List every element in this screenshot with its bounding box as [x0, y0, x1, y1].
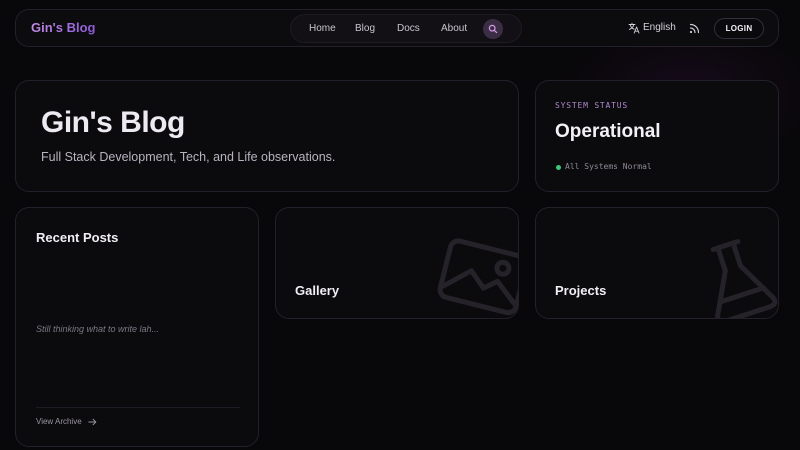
view-archive-label: View Archive: [36, 417, 82, 426]
recent-posts-card: Recent Posts Still thinking what to writ…: [15, 207, 259, 447]
flask-icon: [710, 238, 778, 318]
translate-icon: [628, 22, 640, 34]
rss-icon[interactable]: [689, 23, 700, 34]
status-detail: All Systems Normal: [565, 162, 652, 171]
hero-card: Gin's Blog Full Stack Development, Tech,…: [15, 80, 519, 192]
divider: [36, 407, 240, 408]
arrow-right-icon: [88, 418, 97, 426]
gallery-card[interactable]: Gallery: [275, 207, 519, 319]
image-icon: [437, 238, 518, 316]
projects-card[interactable]: Projects: [535, 207, 779, 319]
gallery-title: Gallery: [295, 283, 340, 298]
projects-title: Projects: [555, 283, 607, 298]
nav-link-about[interactable]: About: [441, 23, 467, 34]
hero-title: Gin's Blog: [41, 106, 185, 139]
recent-posts-empty: Still thinking what to write lah...: [36, 324, 160, 334]
nav-links: Home Blog Docs About: [290, 14, 522, 43]
hero-subtitle: Full Stack Development, Tech, and Life o…: [41, 150, 336, 164]
search-button[interactable]: [483, 19, 503, 39]
nav-link-home[interactable]: Home: [309, 23, 336, 34]
status-label: SYSTEM STATUS: [555, 101, 629, 110]
language-label: English: [643, 22, 676, 33]
nav-link-blog[interactable]: Blog: [355, 23, 375, 34]
nav-link-docs[interactable]: Docs: [397, 23, 420, 34]
login-button[interactable]: LOGIN: [714, 18, 764, 39]
top-navbar: Gin's Blog Home Blog Docs About English …: [15, 9, 779, 47]
recent-posts-title: Recent Posts: [36, 230, 119, 245]
site-logo[interactable]: Gin's Blog: [31, 20, 95, 35]
system-status-card: SYSTEM STATUS Operational All Systems No…: [535, 80, 779, 192]
status-indicator: [556, 165, 561, 170]
status-value: Operational: [555, 121, 661, 142]
search-icon: [488, 24, 498, 34]
